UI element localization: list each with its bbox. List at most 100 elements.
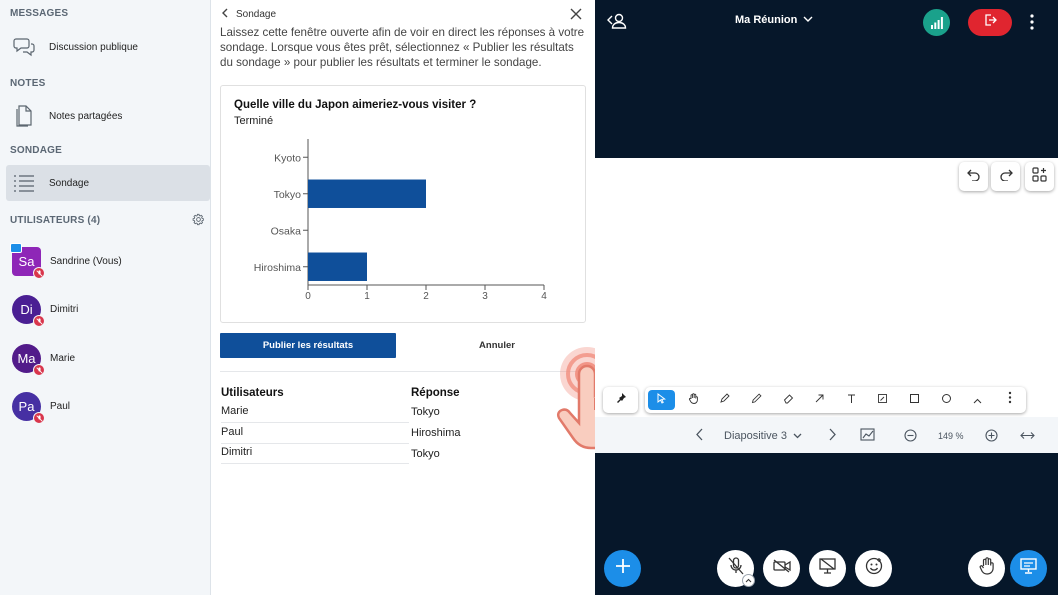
text-tool[interactable] <box>838 390 865 410</box>
meeting-title-text: Ma Réunion <box>735 14 798 26</box>
tools-toggle-button[interactable] <box>603 387 638 413</box>
zoom-level: 149 % <box>938 431 964 441</box>
fit-width-icon[interactable] <box>1020 431 1035 443</box>
user-list-toggle-icon[interactable] <box>607 12 627 35</box>
table-cell-answer: Hiroshima <box>411 427 461 439</box>
notes-section-title: NOTES <box>10 78 46 89</box>
messages-section-title: MESSAGES <box>10 8 69 19</box>
presenter-icon <box>10 243 22 253</box>
muted-mic-icon <box>33 267 45 279</box>
x-tick-label: 1 <box>364 291 370 302</box>
actions-button[interactable] <box>604 550 641 587</box>
close-icon[interactable] <box>569 7 585 23</box>
user-list-item[interactable]: Di Dimitri <box>12 295 79 327</box>
sidebar-item-label: Notes partagées <box>49 110 123 122</box>
top-bar: Ma Réunion <box>595 0 1058 44</box>
zoom-out-icon[interactable] <box>904 429 917 445</box>
publish-results-button[interactable]: Publier les résultats <box>220 333 396 358</box>
screen-share-off-icon <box>819 558 836 579</box>
bar-hiroshima <box>308 252 367 281</box>
user-list-item[interactable]: Sa Sandrine (Vous) <box>10 243 122 279</box>
app-root: MESSAGES Discussion publique NOTES Notes… <box>0 0 1058 595</box>
previous-slide-icon[interactable] <box>696 428 704 444</box>
redo-button[interactable] <box>991 162 1020 191</box>
user-list-item[interactable]: Pa Paul <box>12 392 71 424</box>
avatar-initials: Di <box>20 302 33 317</box>
meeting-title[interactable]: Ma Réunion <box>735 14 813 26</box>
ellipse-tool[interactable] <box>933 390 960 410</box>
chevron-down-icon <box>803 14 813 26</box>
presentation-button[interactable] <box>1010 550 1047 587</box>
user-name: Dimitri <box>50 304 79 315</box>
hand-icon <box>688 391 699 409</box>
pencil-tool[interactable] <box>743 390 770 410</box>
x-tick-label: 3 <box>482 291 488 302</box>
camera-button[interactable] <box>763 550 800 587</box>
category-label: Tokyo <box>274 189 302 201</box>
raise-hand-button[interactable] <box>968 550 1005 587</box>
pen-tool[interactable] <box>711 390 738 410</box>
presentation-slide[interactable] <box>595 158 1058 417</box>
users-section-title: UTILISATEURS (4) <box>10 215 101 226</box>
next-slide-icon[interactable] <box>828 428 836 444</box>
rectangle-icon <box>909 391 920 409</box>
x-tick-label: 4 <box>541 291 547 302</box>
poll-results-card: Quelle ville du Japon aimeriez-vous visi… <box>220 85 586 323</box>
user-name: Marie <box>50 353 76 364</box>
chart-icon[interactable] <box>860 428 875 444</box>
undo-icon <box>966 167 981 186</box>
apps-icon <box>1032 166 1047 187</box>
table-header-users: Utilisateurs <box>221 387 284 399</box>
divider <box>220 371 586 372</box>
user-list-item[interactable]: Ma Marie <box>12 344 76 376</box>
audio-options-icon[interactable] <box>742 574 755 587</box>
connection-status-icon[interactable] <box>923 9 950 36</box>
exit-icon <box>983 13 997 32</box>
poll-section-title: SONDAGE <box>10 145 62 156</box>
table-cell-user: Marie <box>221 405 249 417</box>
poll-back-button[interactable]: Sondage <box>219 7 276 22</box>
category-label: Osaka <box>271 225 302 237</box>
pencil-icon <box>751 391 762 409</box>
meeting-area: Ma Réunion Diapositive 3 149 % <box>595 0 1058 595</box>
rectangle-tool[interactable] <box>901 390 928 410</box>
more-options-icon[interactable] <box>1029 13 1035 36</box>
presentation-icon <box>1020 558 1037 579</box>
apps-button[interactable] <box>1025 162 1054 191</box>
arrow-tool[interactable] <box>806 390 833 410</box>
sidebar: MESSAGES Discussion publique NOTES Notes… <box>0 0 211 595</box>
sidebar-item-poll[interactable]: Sondage <box>6 165 210 201</box>
user-name: Sandrine (Vous) <box>50 256 122 267</box>
pointer-icon <box>656 391 667 409</box>
hand-tool[interactable] <box>680 390 707 410</box>
zoom-in-icon[interactable] <box>985 429 998 445</box>
table-row: Marie <box>221 402 409 423</box>
toolbar-more-button[interactable] <box>996 390 1023 410</box>
reactions-button[interactable] <box>855 550 892 587</box>
avatar: Ma <box>12 344 45 376</box>
chevron-up-icon <box>973 391 982 409</box>
sidebar-item-public-chat[interactable]: Discussion publique <box>6 29 210 65</box>
category-label: Kyoto <box>274 152 301 164</box>
notes-icon <box>6 105 42 127</box>
pin-icon <box>615 391 627 409</box>
poll-bar-chart: Kyoto Tokyo Osaka Hiroshima 0 1 2 3 4 <box>254 139 547 302</box>
bar-tokyo <box>308 179 426 208</box>
user-name: Paul <box>50 401 71 412</box>
screen-share-button[interactable] <box>809 550 846 587</box>
avatar: Pa <box>12 392 45 424</box>
note-tool[interactable] <box>869 390 896 410</box>
avatar: Di <box>12 295 45 327</box>
pointer-tool[interactable] <box>648 390 675 410</box>
hand-icon <box>979 557 995 580</box>
more-shapes-button[interactable] <box>964 390 991 410</box>
table-row: Paul <box>221 423 409 444</box>
mute-button[interactable] <box>717 550 755 587</box>
muted-mic-icon <box>33 364 45 376</box>
eraser-tool[interactable] <box>775 390 802 410</box>
sidebar-item-shared-notes[interactable]: Notes partagées <box>6 98 210 134</box>
gear-icon[interactable] <box>192 213 205 231</box>
leave-meeting-button[interactable] <box>968 9 1012 36</box>
undo-button[interactable] <box>959 162 988 191</box>
slide-selector[interactable]: Diapositive 3 <box>724 430 802 442</box>
